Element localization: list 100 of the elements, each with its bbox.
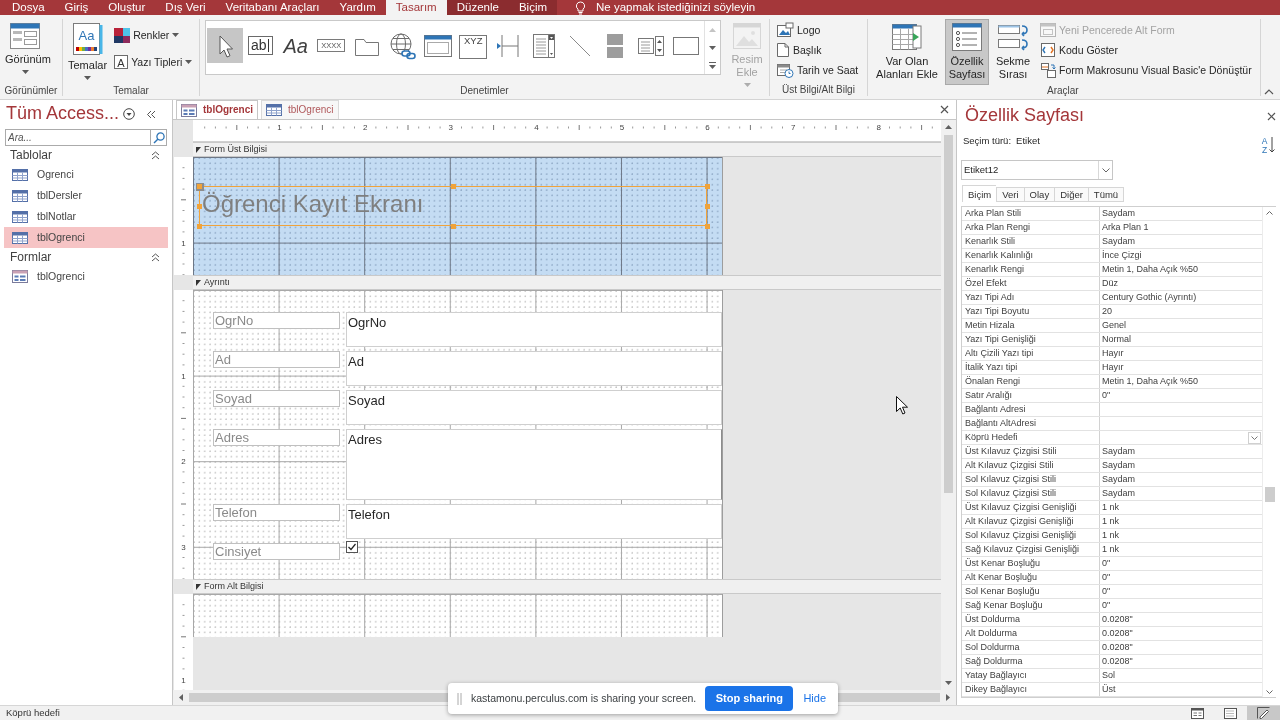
- resize-handle[interactable]: [705, 224, 710, 229]
- field-label[interactable]: Ad: [213, 351, 340, 368]
- close-icon[interactable]: [1267, 111, 1276, 121]
- convert-macros-button[interactable]: Form Makrosunu Visual Basic'e Dönüştür: [1037, 60, 1255, 80]
- vertical-ruler: 1 2 3: [174, 290, 193, 579]
- ribbon-tab[interactable]: Biçim: [508, 0, 558, 15]
- object-dropdown[interactable]: Etiket12: [961, 160, 1113, 180]
- control-tool-button[interactable]: Aa: [278, 28, 314, 63]
- nav-item[interactable]: Ogrenci: [4, 164, 168, 185]
- form-view-icon: [9, 22, 41, 50]
- selection-type-value: Etiket: [1016, 134, 1040, 147]
- section-label: Ayrıntı: [204, 277, 230, 288]
- design-view-icon: [1257, 707, 1270, 719]
- letter-box-icon: A: [114, 55, 129, 69]
- scrollbar[interactable]: [941, 120, 956, 690]
- ribbon-tab[interactable]: Veritabanı Araçları: [215, 0, 330, 15]
- stacked-squares-icon: [606, 32, 625, 59]
- group-header[interactable]: Tablolar: [10, 147, 53, 163]
- resize-handle[interactable]: [451, 184, 456, 189]
- logo-button[interactable]: Logo: [773, 20, 862, 40]
- close-icon[interactable]: [940, 105, 949, 114]
- double-chevron-left-icon[interactable]: [146, 109, 156, 119]
- up-chevron-icon: [1266, 211, 1274, 215]
- title-button[interactable]: Başlık: [773, 40, 862, 60]
- resize-handle[interactable]: [197, 224, 202, 229]
- ribbon-tab[interactable]: Dış Veri: [155, 0, 216, 15]
- colors-button[interactable]: Renkler: [111, 25, 196, 45]
- table-arrow-icon: [891, 22, 923, 52]
- layout-view-icon: [1224, 707, 1237, 719]
- field-label[interactable]: Cinsiyet: [213, 543, 340, 560]
- window-icon: [1040, 23, 1056, 37]
- add-existing-fields-button[interactable]: Var Olan Alanları Ekle: [871, 19, 943, 85]
- resize-handle[interactable]: [705, 184, 710, 189]
- sheet-tab[interactable]: Biçim: [962, 185, 997, 202]
- textbox-control[interactable]: Adres: [346, 429, 722, 500]
- control-tool-button[interactable]: ab: [242, 28, 278, 63]
- sheet-tab[interactable]: Tümü: [1087, 187, 1125, 202]
- sheet-tab[interactable]: Olay: [1023, 187, 1055, 202]
- table-icon: [12, 231, 28, 244]
- ribbon-tab[interactable]: Dosya: [2, 0, 55, 15]
- view-button[interactable]: [1247, 706, 1280, 720]
- dropdown-circle-icon[interactable]: [123, 108, 136, 120]
- search-field[interactable]: Ara...: [5, 129, 150, 146]
- nav-item[interactable]: tblOgrenci: [4, 227, 168, 248]
- resize-handle[interactable]: [705, 204, 710, 209]
- document-tab[interactable]: tblOgrenci: [261, 100, 339, 119]
- horizontal-ruler: 1 2 3 4 5 6 7 8: [193, 120, 939, 134]
- group-header[interactable]: Formlar: [10, 249, 52, 265]
- scrollbar-thumb[interactable]: [1264, 487, 1275, 502]
- tell-me-search-field[interactable]: Ne yapmak istediğinizi söyleyin: [596, 0, 756, 15]
- control-tool-button[interactable]: [207, 28, 243, 63]
- nav-item[interactable]: tblNotlar: [4, 206, 168, 227]
- up-arrow-icon: [945, 125, 952, 129]
- section-bar[interactable]: Form Üst Bilgisi: [193, 142, 941, 157]
- ribbon-tab[interactable]: Oluştur: [98, 0, 156, 15]
- search-icon: [152, 131, 165, 144]
- sheet-tab[interactable]: Veri: [996, 187, 1024, 202]
- share-message: kastamonu.perculus.com is sharing your screen.: [471, 692, 697, 705]
- textbox-control[interactable]: OgrNo: [346, 312, 722, 347]
- field-label[interactable]: OgrNo: [213, 312, 340, 329]
- tab-order-button[interactable]: Sekme Sırası: [991, 19, 1035, 85]
- textbox-control[interactable]: Telefon: [346, 504, 722, 539]
- nav-item[interactable]: tblOgrenci: [4, 266, 168, 287]
- textbox-control[interactable]: Soyad: [346, 390, 722, 425]
- stop-sharing-button[interactable]: Stop sharing: [705, 686, 794, 711]
- ribbon-tab[interactable]: Giriş: [54, 0, 99, 15]
- document-tab[interactable]: tblOgrenci: [176, 100, 258, 119]
- textbox-control[interactable]: Ad: [346, 351, 722, 386]
- search-button[interactable]: [150, 129, 167, 146]
- property-sheet-button[interactable]: Özellik Sayfası: [945, 19, 989, 85]
- section-bar[interactable]: Ayrıntı: [193, 275, 941, 290]
- group-label: Temalar: [113, 85, 149, 97]
- checkbox[interactable]: [346, 541, 358, 553]
- sheet-tab[interactable]: Diğer: [1054, 187, 1088, 202]
- double-chevron-up-icon[interactable]: [151, 252, 160, 262]
- mouse-pointer-icon: [896, 396, 908, 415]
- date-time-button[interactable]: Tarih ve Saat: [773, 60, 862, 80]
- chevron-up-icon[interactable]: [1264, 89, 1274, 95]
- form-icon: [12, 270, 28, 283]
- windows-arrow-icon: [1040, 62, 1056, 78]
- scrollbar[interactable]: [1262, 207, 1276, 697]
- ribbon-tab[interactable]: Tasarım: [385, 0, 447, 15]
- group-label: Görünümler: [4, 85, 58, 97]
- resize-handle[interactable]: [451, 224, 456, 229]
- section-bar[interactable]: Form Alt Bilgisi: [193, 579, 941, 594]
- down-arrow-icon: [709, 45, 716, 50]
- view-code-button[interactable]: Kodu Göster: [1037, 40, 1255, 60]
- hide-link[interactable]: Hide: [803, 691, 826, 706]
- ribbon-tab[interactable]: Yardım: [329, 0, 386, 15]
- boxes-arrows-icon: [997, 22, 1029, 52]
- ribbon-tab[interactable]: Düzenle: [446, 0, 509, 15]
- nav-item[interactable]: tblDersler: [4, 185, 168, 206]
- double-chevron-up-icon[interactable]: [151, 150, 160, 160]
- resize-handle[interactable]: [197, 204, 202, 209]
- picture-icon: [732, 22, 762, 50]
- fonts-button[interactable]: A Yazı Tipleri: [111, 52, 196, 72]
- themes-button[interactable]: Aa Temalar: [66, 19, 110, 85]
- scrollbar-thumb[interactable]: [944, 135, 953, 493]
- field-label[interactable]: Soyad: [213, 390, 340, 407]
- table-icon: [12, 189, 28, 202]
